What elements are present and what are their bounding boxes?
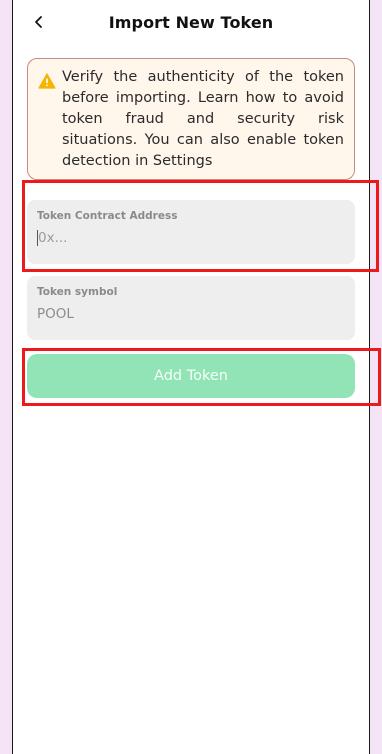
token-symbol-input[interactable]: POOL	[37, 306, 345, 322]
screen-frame: Import New Token Verify the authenticity…	[0, 0, 382, 754]
warning-banner: Verify the authenticity of the token bef…	[27, 58, 355, 180]
token-contract-address-input[interactable]: 0x...	[37, 230, 345, 246]
token-contract-address-field[interactable]: Token Contract Address 0x...	[27, 200, 355, 264]
token-contract-address-label: Token Contract Address	[37, 210, 178, 222]
token-symbol-label: Token symbol	[37, 286, 118, 298]
warning-triangle-icon	[38, 73, 56, 89]
token-contract-address-placeholder: 0x...	[38, 230, 68, 246]
add-token-button[interactable]: Add Token	[27, 354, 355, 398]
right-edge	[369, 0, 382, 754]
token-symbol-field[interactable]: Token symbol POOL	[27, 276, 355, 340]
import-token-screen: Import New Token Verify the authenticity…	[13, 0, 369, 754]
page-title: Import New Token	[108, 13, 274, 32]
warning-text: Verify the authenticity of the token bef…	[62, 69, 344, 169]
header: Import New Token	[13, 0, 369, 48]
left-edge	[0, 0, 13, 754]
